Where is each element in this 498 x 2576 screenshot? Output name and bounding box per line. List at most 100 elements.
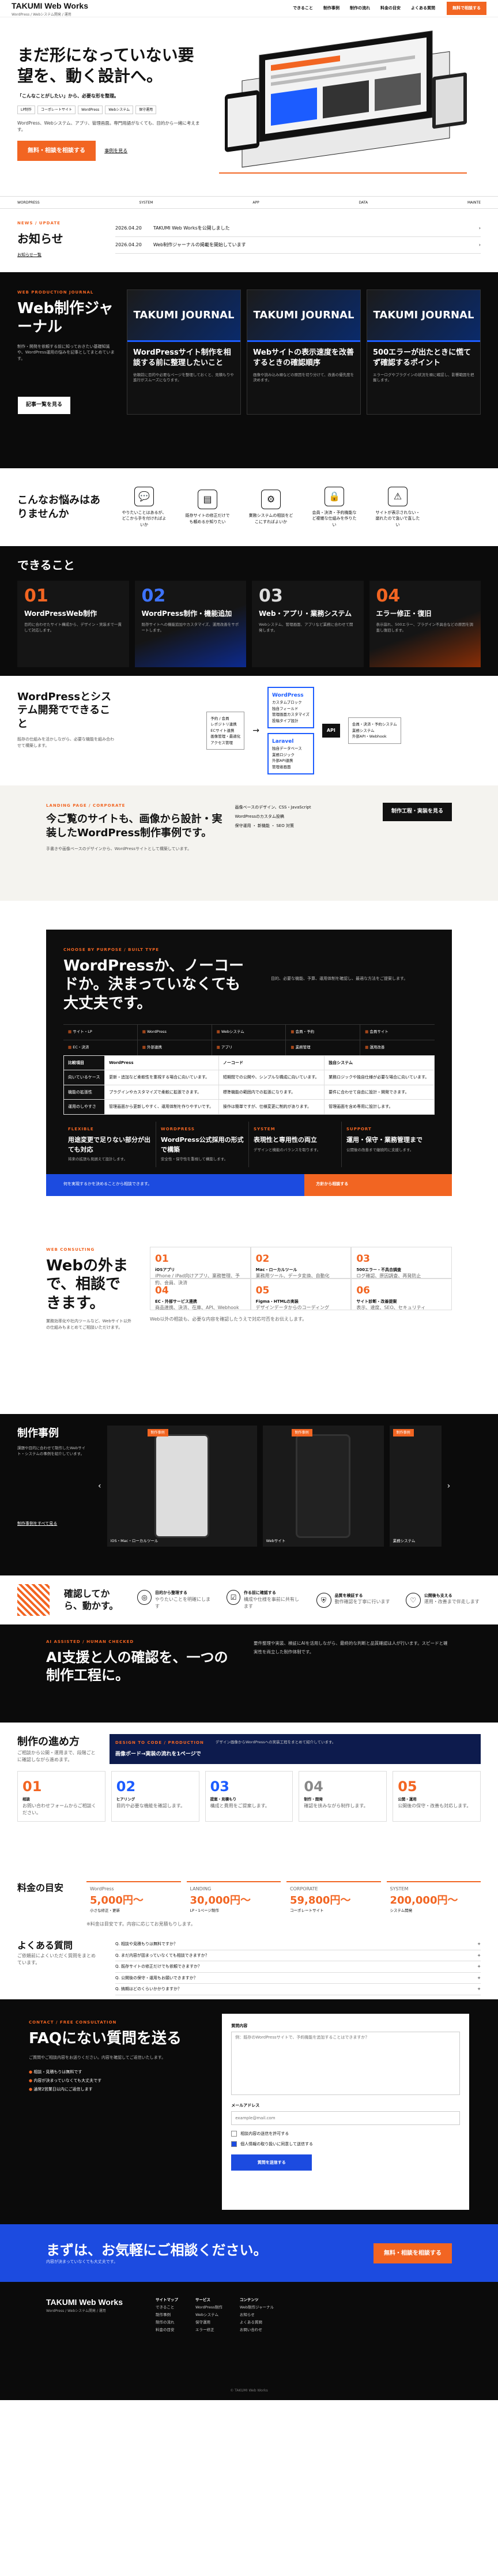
form-points: ● 相談・見積もりは無料です ● 内容が決まっていなくても大丈夫です ● 通常2… [29, 2068, 205, 2094]
hero-tag: コーポレートサイト [37, 105, 76, 114]
hero-works-link[interactable]: 事例を見る [104, 148, 127, 153]
footer-link[interactable]: よくある質問 [240, 2319, 274, 2326]
news-item[interactable]: 2026.04.20 TAKUMI Web Worksを公開しました › [115, 220, 481, 237]
news-more-link[interactable]: お知らせ一覧 [17, 252, 98, 258]
type-label: 運用改善 [369, 1044, 385, 1050]
footer-link[interactable]: お知らせ [240, 2311, 274, 2319]
journal-card[interactable]: TAKUMI JOURNAL Webサイトの表示速度を改善するときの確認順序 画… [247, 289, 361, 415]
hero-feature-bar: WORDPRESS SYSTEM APP DATA MAINTE [0, 196, 498, 209]
work-card[interactable]: 制作事例 iOS・Mac・ローカルツール [107, 1426, 257, 1547]
cando-card-text: Webシステム、管理画面、アプリなど業務に合わせて開発します。 [259, 622, 353, 633]
webout-body: 業務効率化や社内ツールなど、Webサイト以外の仕組みもまとめてご相談いただけます… [46, 1319, 131, 1330]
flow-step-num: 05 [398, 1778, 417, 1795]
footer-logo[interactable]: TAKUMI Web Works [46, 2296, 138, 2308]
nav-item[interactable]: 制作の流れ [350, 5, 370, 12]
check-title: 確認してから、動かす。 [63, 1588, 119, 1611]
email-field[interactable] [231, 2111, 460, 2125]
nav-item[interactable]: できること [293, 5, 313, 12]
journal-card[interactable]: TAKUMI JOURNAL 500エラーが出たときに慌てず確認するポイント エ… [367, 289, 481, 415]
flow-step-text: 公開後の保守・改善も対応します。 [398, 1803, 471, 1808]
work-card[interactable]: 制作事例 Webサイト [262, 1426, 384, 1547]
cando-card[interactable]: 01 WordPressWeb制作 目的に合わせたサイト構成から、デザイン・実装… [17, 581, 129, 667]
system-section: WordPressとシステム開発でできること 既存の仕組みを活かしながら、必要な… [0, 676, 498, 785]
footer-link[interactable]: Web制作ジャーナル [240, 2304, 274, 2311]
submit-button[interactable]: 質問を送信する [231, 2154, 312, 2171]
next-arrow-icon[interactable]: › [447, 1480, 451, 1492]
worry-item: ▤ 既存サイトの修正だけでも頼めるか知りたい [184, 490, 231, 525]
system-body: 既存の仕組みを活かしながら、必要な機能を組み合わせて構築します。 [17, 737, 114, 748]
flow-step: 04 制作・開発 確認を挟みながら制作します。 [299, 1771, 387, 1822]
header-cta-button[interactable]: 無料で相談する [447, 2, 486, 15]
band-cta-button[interactable]: 制作工程・実装を見る [382, 803, 452, 821]
news-item[interactable]: 2026.04.20 Web制作ジャーナルの掲載を開始しています › [115, 237, 481, 254]
diagram-item: 画像管理・最適化 [210, 734, 241, 739]
footer-link[interactable]: Webシステム [195, 2311, 222, 2319]
consent-checkbox[interactable] [231, 2130, 237, 2137]
diagram-item: レポジトリ連携 [210, 722, 237, 727]
site-header: TAKUMI Web Works WordPress / Webシステム開発 /… [0, 0, 498, 17]
works-more-link[interactable]: 制作事例をすべて見る [17, 1521, 86, 1527]
copyright: © TAKUMI Web Works [230, 2389, 268, 2393]
footer-link[interactable]: WordPress制作 [195, 2304, 222, 2311]
band-point: 画像ベースのデザイン、CSS・JavaScript [235, 805, 311, 810]
doc-icon: ▤ [198, 490, 217, 509]
footer-link[interactable]: 制作の流れ [156, 2319, 178, 2326]
faq-item[interactable]: Q. 公開後の保守・運用もお願いできますか？ + [115, 1973, 481, 1984]
logo[interactable]: TAKUMI Web Works WordPress / Webシステム開発 /… [12, 0, 88, 17]
cando-card-title: Web・アプリ・業務システム [259, 610, 352, 618]
faq-item[interactable]: Q. 既存サイトの修正だけでも依頼できますか？ + [115, 1961, 481, 1973]
nav-item[interactable]: よくある質問 [411, 5, 435, 12]
cando-card[interactable]: 04 エラー修正・復旧 表示崩れ、500エラー、プラグイン不具合などの原因を調査… [369, 581, 481, 667]
footer-link[interactable]: お問い合わせ [240, 2326, 274, 2334]
journal-thumbnail: TAKUMI JOURNAL [247, 290, 360, 342]
hero-tag: Webシステム [105, 105, 134, 114]
choice-cta-button[interactable]: 方針から相談する [304, 1174, 452, 1196]
journal-card-title: WordPressサイト制作を相談する前に整理したいこと [133, 348, 231, 367]
footer-link[interactable]: 料金の目安 [156, 2326, 178, 2334]
logo-sub: WordPress / Webシステム開発 / 運用 [12, 12, 71, 17]
footer-link[interactable]: エラー修正 [195, 2326, 222, 2334]
work-badge: 制作事例 [147, 1429, 168, 1436]
lock-icon: 🔒 [325, 486, 344, 506]
grid-icon: ▦ [216, 1029, 221, 1034]
nav-item[interactable]: 制作事例 [323, 5, 339, 12]
footer-link[interactable]: 制作事例 [156, 2311, 178, 2319]
webout-cell-title: サイト診断・改善提案 [356, 1299, 397, 1304]
privacy-checkbox[interactable] [231, 2141, 237, 2148]
flow-step-title: 相談 [22, 1797, 30, 1802]
contact-form-section: CONTACT / FREE CONSULTATION FAQにない質問を送る … [0, 1999, 498, 2224]
flow-section: 制作の進め方 ご相談から公開・運用まで、段階ごとに確認しながら進めます。 DES… [0, 1723, 498, 1875]
footer-link[interactable]: できること [156, 2304, 178, 2311]
faq-item[interactable]: Q. 納期はどのくらいかかりますか？ + [115, 1984, 481, 1995]
nav-item[interactable]: 料金の目安 [380, 5, 401, 12]
cando-title: できること [17, 558, 75, 572]
feature-title: WordPress公式採用の形式で構築 [161, 1136, 244, 1153]
choice-panel: CHOOSE BY PURPOSE / BUILT TYPE WordPress… [46, 930, 452, 1196]
flow-banner[interactable]: DESIGN TO CODE / PRODUCTION 画像ボード→実装の流れを… [110, 1734, 481, 1764]
flow-title: 制作の進め方 [17, 1736, 80, 1748]
shield-icon: ⛨ [316, 1592, 331, 1608]
footer-col-head: サイトマップ [156, 2297, 178, 2302]
work-card[interactable]: 制作事例 業務システム [389, 1426, 442, 1547]
prev-arrow-icon[interactable]: ‹ [98, 1480, 101, 1492]
faq-item[interactable]: Q. 相談や見積もりは無料ですか？ + [115, 1939, 481, 1950]
footer-link[interactable]: 保守運用 [195, 2319, 222, 2326]
faq-question: Q. まだ内容が固まっていなくても相談できますか？ [115, 1953, 209, 1958]
feature-kicker: WORDPRESS [161, 1126, 195, 1131]
footer-logo-sub: WordPress / Webシステム開発 / 運用 [46, 2309, 106, 2313]
faq-item[interactable]: Q. まだ内容が固まっていなくても相談できますか？ + [115, 1950, 481, 1961]
grid-icon: ▦ [68, 1044, 73, 1050]
cando-card[interactable]: 02 WordPress制作・機能追加 既存サイトへの機能追加やカスタマイズ、運… [134, 581, 246, 667]
question-textarea[interactable] [231, 2031, 460, 2095]
cando-card[interactable]: 03 Web・アプリ・業務システム Webシステム、管理画面、アプリなど業務に合… [252, 581, 364, 667]
worry-text: 会員・決済・予約機能など複雑な仕組みを作りたい [312, 510, 357, 527]
check-item-text: 運用・改善まで伴走します [424, 1599, 480, 1604]
hero-cta-button[interactable]: 無料・相談を相談する [17, 141, 96, 161]
news-date: 2026.04.20 [115, 225, 142, 231]
feature-label: APP [252, 200, 259, 205]
journal-more-button[interactable]: 記事一覧を見る [17, 396, 71, 415]
cta-button[interactable]: 無料・相談を相談する [373, 2243, 452, 2263]
journal-card[interactable]: TAKUMI JOURNAL WordPressサイト制作を相談する前に整理した… [127, 289, 241, 415]
type-item: ▦ WordPress [137, 1025, 212, 1040]
journal-card-text: エラーログやプラグインの状況を順に確認し、影響範囲を把握します。 [373, 373, 474, 382]
